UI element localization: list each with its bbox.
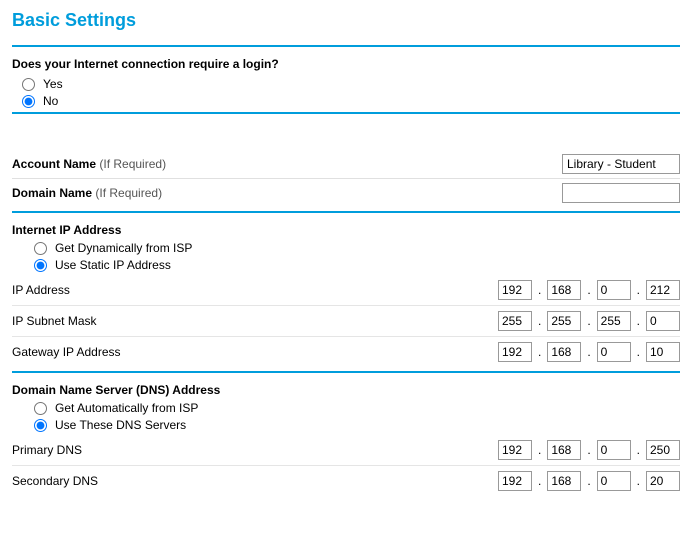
- ip-static-radio[interactable]: [34, 259, 47, 272]
- ip-dynamic-radio[interactable]: [34, 242, 47, 255]
- ip-address-input-group: . . .: [498, 280, 680, 300]
- dot-icon: .: [538, 283, 541, 297]
- account-name-row: Account Name (If Required): [12, 150, 680, 178]
- ip-dynamic-label: Get Dynamically from ISP: [55, 241, 192, 255]
- secondary-dns-input-group: . . .: [498, 471, 680, 491]
- gateway-octet-2[interactable]: [547, 342, 581, 362]
- subnet-octet-4[interactable]: [646, 311, 680, 331]
- ip-address-octet-2[interactable]: [547, 280, 581, 300]
- primary-dns-octet-2[interactable]: [547, 440, 581, 460]
- ip-section-head: Internet IP Address: [12, 223, 680, 237]
- gateway-input-group: . . .: [498, 342, 680, 362]
- subnet-octet-2[interactable]: [547, 311, 581, 331]
- dns-auto-label: Get Automatically from ISP: [55, 401, 198, 415]
- ip-address-octet-3[interactable]: [597, 280, 631, 300]
- subnet-row: IP Subnet Mask . . .: [12, 305, 680, 336]
- login-yes-radio[interactable]: [22, 78, 35, 91]
- subnet-octet-3[interactable]: [597, 311, 631, 331]
- account-name-input[interactable]: [562, 154, 680, 174]
- primary-dns-label: Primary DNS: [12, 443, 498, 457]
- login-no-option[interactable]: No: [22, 94, 680, 108]
- secondary-dns-octet-3[interactable]: [597, 471, 631, 491]
- login-question: Does your Internet connection require a …: [12, 57, 680, 71]
- secondary-dns-octet-1[interactable]: [498, 471, 532, 491]
- divider: [12, 45, 680, 47]
- secondary-dns-label: Secondary DNS: [12, 474, 498, 488]
- dns-section-head: Domain Name Server (DNS) Address: [12, 383, 680, 397]
- divider: [12, 112, 680, 114]
- primary-dns-octet-4[interactable]: [646, 440, 680, 460]
- dot-icon: .: [637, 314, 640, 328]
- dot-icon: .: [637, 345, 640, 359]
- login-yes-label: Yes: [43, 77, 63, 91]
- dns-manual-radio[interactable]: [34, 419, 47, 432]
- primary-dns-row: Primary DNS . . .: [12, 435, 680, 465]
- dot-icon: .: [587, 474, 590, 488]
- subnet-input-group: . . .: [498, 311, 680, 331]
- dns-manual-option[interactable]: Use These DNS Servers: [22, 418, 680, 432]
- domain-name-row: Domain Name (If Required): [12, 178, 680, 207]
- divider: [12, 371, 680, 373]
- dot-icon: .: [587, 283, 590, 297]
- subnet-label: IP Subnet Mask: [12, 314, 498, 328]
- ip-dynamic-option[interactable]: Get Dynamically from ISP: [22, 241, 680, 255]
- gateway-octet-4[interactable]: [646, 342, 680, 362]
- login-no-radio[interactable]: [22, 95, 35, 108]
- login-yes-option[interactable]: Yes: [22, 77, 680, 91]
- domain-name-label: Domain Name (If Required): [12, 186, 562, 200]
- gateway-octet-1[interactable]: [498, 342, 532, 362]
- primary-dns-octet-3[interactable]: [597, 440, 631, 460]
- dot-icon: .: [538, 345, 541, 359]
- ip-address-label: IP Address: [12, 283, 498, 297]
- dns-auto-option[interactable]: Get Automatically from ISP: [22, 401, 680, 415]
- dns-auto-radio[interactable]: [34, 402, 47, 415]
- domain-name-input[interactable]: [562, 183, 680, 203]
- dns-manual-label: Use These DNS Servers: [55, 418, 186, 432]
- dot-icon: .: [637, 474, 640, 488]
- dot-icon: .: [587, 314, 590, 328]
- primary-dns-input-group: . . .: [498, 440, 680, 460]
- secondary-dns-octet-4[interactable]: [646, 471, 680, 491]
- divider: [12, 211, 680, 213]
- dot-icon: .: [637, 283, 640, 297]
- ip-address-octet-4[interactable]: [646, 280, 680, 300]
- login-no-label: No: [43, 94, 58, 108]
- dot-icon: .: [587, 345, 590, 359]
- page-title: Basic Settings: [12, 10, 680, 31]
- dot-icon: .: [538, 314, 541, 328]
- subnet-octet-1[interactable]: [498, 311, 532, 331]
- ip-address-octet-1[interactable]: [498, 280, 532, 300]
- ip-static-label: Use Static IP Address: [55, 258, 171, 272]
- dot-icon: .: [538, 443, 541, 457]
- ip-static-option[interactable]: Use Static IP Address: [22, 258, 680, 272]
- dot-icon: .: [538, 474, 541, 488]
- secondary-dns-row: Secondary DNS . . .: [12, 465, 680, 496]
- ip-address-row: IP Address . . .: [12, 275, 680, 305]
- gateway-label: Gateway IP Address: [12, 345, 498, 359]
- primary-dns-octet-1[interactable]: [498, 440, 532, 460]
- account-name-label: Account Name (If Required): [12, 157, 562, 171]
- dot-icon: .: [637, 443, 640, 457]
- secondary-dns-octet-2[interactable]: [547, 471, 581, 491]
- gateway-octet-3[interactable]: [597, 342, 631, 362]
- dot-icon: .: [587, 443, 590, 457]
- gateway-row: Gateway IP Address . . .: [12, 336, 680, 367]
